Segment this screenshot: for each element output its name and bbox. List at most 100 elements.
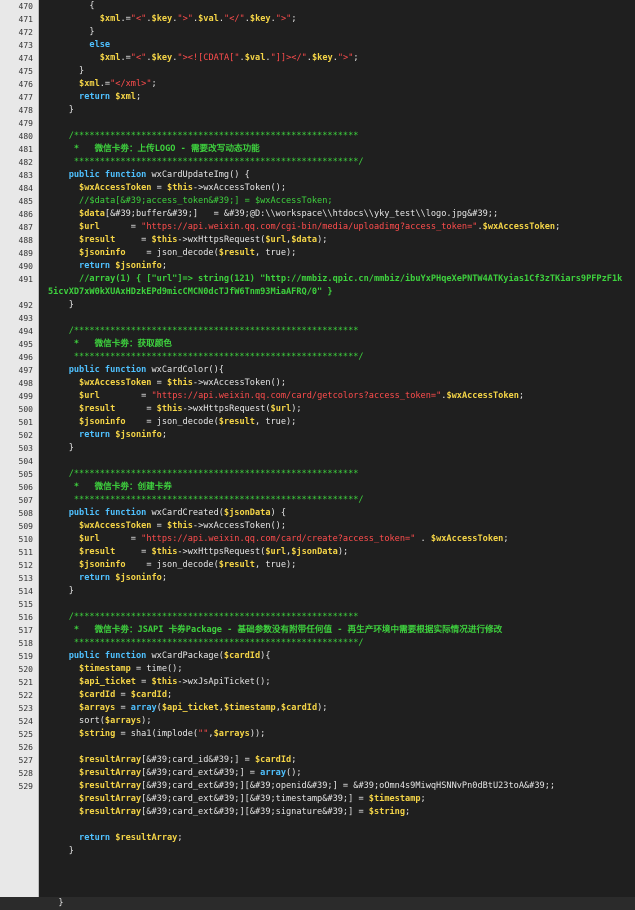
code-token: * 微信卡劵：创建卡券 bbox=[48, 482, 172, 492]
code-token: ) { bbox=[270, 508, 287, 518]
code-line[interactable]: 482 ************************************… bbox=[0, 156, 635, 169]
code-line[interactable]: 489 $jsoninfo = json_decode($result, tru… bbox=[0, 247, 635, 260]
code-line[interactable]: 507 ************************************… bbox=[0, 494, 635, 507]
code-line[interactable]: 488 $result = $this->wxHttpsRequest($url… bbox=[0, 234, 635, 247]
code-line[interactable]: 485 //$data[&#39;access_token&#39;] = $w… bbox=[0, 195, 635, 208]
code-line[interactable]: 510 $url = "https://api.weixin.qq.com/ca… bbox=[0, 533, 635, 546]
code-line[interactable]: 476 $xml.="</xml>"; bbox=[0, 78, 635, 91]
code-line[interactable]: 520 $timestamp = time(); bbox=[0, 663, 635, 676]
code-line[interactable] bbox=[0, 858, 635, 871]
code-line[interactable]: 528 $resultArray[&#39;card_ext&#39;] = a… bbox=[0, 767, 635, 780]
code-token: .= bbox=[120, 53, 131, 63]
code-line[interactable]: 525 $string = sha1(implode("",$arrays)); bbox=[0, 728, 635, 741]
code-token: } bbox=[48, 27, 95, 37]
code-line[interactable]: 486 $data[&#39;buffer&#39;] = &#39;@D:\\… bbox=[0, 208, 635, 221]
code-line[interactable]: 513 return $jsoninfo; bbox=[0, 572, 635, 585]
code-line[interactable]: 500 $result = $this->wxHttpsRequest($url… bbox=[0, 403, 635, 416]
code-line[interactable]: 526 bbox=[0, 741, 635, 754]
code-line[interactable]: 497 public function wxCardColor(){ bbox=[0, 364, 635, 377]
code-token: = bbox=[130, 534, 142, 544]
code-token: ; bbox=[161, 573, 168, 583]
code-line[interactable]: } bbox=[0, 897, 635, 910]
code-token: $data bbox=[48, 209, 105, 219]
code-text: $arrays = array($api_ticket,$timestamp,$… bbox=[48, 702, 327, 715]
code-line[interactable]: 521 $api_ticket = $this->wxJsApiTicket()… bbox=[0, 676, 635, 689]
code-line[interactable]: 519 public function wxCardPackage($cardI… bbox=[0, 650, 635, 663]
code-line[interactable] bbox=[0, 819, 635, 832]
code-text: ****************************************… bbox=[48, 494, 364, 507]
code-line[interactable]: 475 } bbox=[0, 65, 635, 78]
code-token: $cardId bbox=[48, 690, 121, 700]
code-token: ->wxHttpsRequest( bbox=[177, 235, 266, 245]
code-token: ; bbox=[503, 534, 509, 544]
code-line[interactable]: 496 ************************************… bbox=[0, 351, 635, 364]
code-line[interactable] bbox=[0, 871, 635, 884]
code-line[interactable]: 504 bbox=[0, 455, 635, 468]
code-line[interactable]: 501 $jsoninfo = json_decode($result, tru… bbox=[0, 416, 635, 429]
code-line[interactable]: 522 $cardId = $cardId; bbox=[0, 689, 635, 702]
code-line[interactable]: 491 //array(1) { ["url"]=> string(121) "… bbox=[0, 273, 635, 286]
code-line[interactable]: 511 $result = $this->wxHttpsRequest($url… bbox=[0, 546, 635, 559]
code-line[interactable] bbox=[0, 884, 635, 897]
code-token: = bbox=[120, 703, 131, 713]
code-line[interactable]: 503 } bbox=[0, 442, 635, 455]
code-line[interactable]: 480 /***********************************… bbox=[0, 130, 635, 143]
code-line[interactable]: 479 bbox=[0, 117, 635, 130]
code-token: = json_decode( bbox=[146, 248, 219, 258]
code-line[interactable]: 473 else bbox=[0, 39, 635, 52]
code-line[interactable]: $resultArray[&#39;card_ext&#39;][&#39;si… bbox=[0, 806, 635, 819]
code-line[interactable]: 487 $url = "https://api.weixin.qq.com/cg… bbox=[0, 221, 635, 234]
code-line[interactable]: 498 $wxAccessToken = $this->wxAccessToke… bbox=[0, 377, 635, 390]
line-number: 514 bbox=[18, 587, 33, 596]
code-line[interactable]: 527 $resultArray[&#39;card_id&#39;] = $c… bbox=[0, 754, 635, 767]
code-line[interactable]: 509 $wxAccessToken = $this->wxAccessToke… bbox=[0, 520, 635, 533]
code-line[interactable]: 517 * 微信卡劵：JSAPI 卡券Package - 基础参数没有附带任何值… bbox=[0, 624, 635, 637]
code-line[interactable]: 515 bbox=[0, 598, 635, 611]
code-line[interactable]: 514 } bbox=[0, 585, 635, 598]
code-line[interactable]: 523 $arrays = array($api_ticket,$timesta… bbox=[0, 702, 635, 715]
code-line[interactable]: return $resultArray; bbox=[0, 832, 635, 845]
code-line[interactable]: 471 $xml.="<".$key.">".$val."</".$key.">… bbox=[0, 13, 635, 26]
code-line[interactable]: 518 ************************************… bbox=[0, 637, 635, 650]
code-token: $jsoninfo bbox=[115, 573, 162, 583]
code-line[interactable]: 499 $url = "https://api.weixin.qq.com/ca… bbox=[0, 390, 635, 403]
code-line[interactable]: $resultArray[&#39;card_ext&#39;][&#39;ti… bbox=[0, 793, 635, 806]
code-token: [&#39;card_id&#39;] = bbox=[141, 755, 255, 765]
code-token: $key bbox=[151, 14, 173, 24]
code-text: * 微信卡劵：创建卡券 bbox=[48, 481, 172, 494]
line-number: 471 bbox=[18, 15, 33, 24]
code-line[interactable]: 506 * 微信卡劵：创建卡券 bbox=[0, 481, 635, 494]
code-line[interactable]: 492 } bbox=[0, 299, 635, 312]
code-line[interactable]: 529 $resultArray[&#39;card_ext&#39;][&#3… bbox=[0, 780, 635, 793]
code-line[interactable]: 493 bbox=[0, 312, 635, 325]
code-line[interactable]: 478 } bbox=[0, 104, 635, 117]
code-line[interactable]: } bbox=[0, 845, 635, 858]
code-line[interactable]: 495 * 微信卡劵：获取颜色 bbox=[0, 338, 635, 351]
code-token: ; bbox=[420, 794, 426, 804]
code-line[interactable]: 470 { bbox=[0, 0, 635, 13]
code-token: = bbox=[130, 222, 142, 232]
code-line[interactable]: 494 /***********************************… bbox=[0, 325, 635, 338]
code-line[interactable]: 490 return $jsoninfo; bbox=[0, 260, 635, 273]
code-token: $this bbox=[167, 521, 193, 531]
line-number: 480 bbox=[18, 132, 33, 141]
code-token: ; bbox=[291, 755, 297, 765]
line-number: 489 bbox=[18, 249, 33, 258]
code-line[interactable]: 481 * 微信卡劵：上传LOGO - 需要改写动态功能 bbox=[0, 143, 635, 156]
code-line[interactable]: 508 public function wxCardCreated($jsonD… bbox=[0, 507, 635, 520]
code-line[interactable]: 483 public function wxCardUpdateImg() { bbox=[0, 169, 635, 182]
code-line[interactable]: 516 /***********************************… bbox=[0, 611, 635, 624]
code-line[interactable]: 502 return $jsoninfo; bbox=[0, 429, 635, 442]
code-editor[interactable]: 470 {471 $xml.="<".$key.">".$val."</".$k… bbox=[0, 0, 635, 908]
code-line[interactable]: 512 $jsoninfo = json_decode($result, tru… bbox=[0, 559, 635, 572]
code-line[interactable]: 477 return $xml; bbox=[0, 91, 635, 104]
code-token: } bbox=[48, 105, 74, 115]
code-line[interactable]: 474 $xml.="<".$key."><![CDATA[".$val."]]… bbox=[0, 52, 635, 65]
code-line[interactable]: 505 /***********************************… bbox=[0, 468, 635, 481]
code-line[interactable]: 5icvXD7xW0kXUAxHDzkEPd9micCMCN0dcTJfW6Tn… bbox=[0, 286, 635, 299]
code-line[interactable]: 472 } bbox=[0, 26, 635, 39]
code-token: = bbox=[141, 547, 152, 557]
code-line[interactable]: 484 $wxAccessToken = $this->wxAccessToke… bbox=[0, 182, 635, 195]
code-line[interactable]: 524 sort($arrays); bbox=[0, 715, 635, 728]
code-text: return $jsoninfo; bbox=[48, 572, 167, 585]
